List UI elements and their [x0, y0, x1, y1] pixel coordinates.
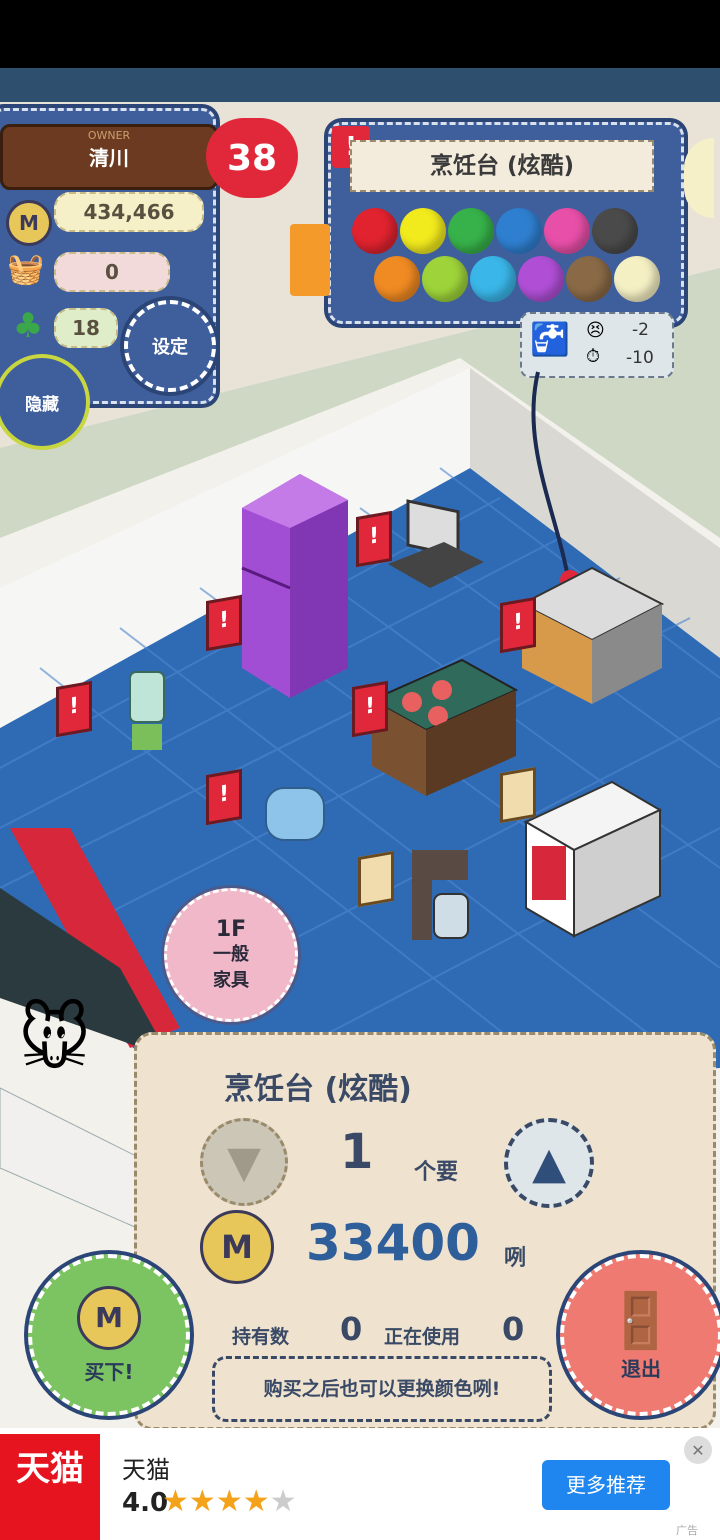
- settings-label: 设定: [152, 337, 188, 358]
- quantity-unit: 个要: [414, 1160, 459, 1185]
- close-ad-icon[interactable]: ✕: [684, 1436, 712, 1464]
- door-icon: 🚪: [607, 1288, 675, 1352]
- blender[interactable]: [122, 668, 172, 758]
- rating-star-icon: ★: [162, 1484, 189, 1519]
- price-value: 33400: [306, 1214, 480, 1272]
- color-swatch[interactable]: [566, 256, 612, 302]
- color-swatch[interactable]: [400, 208, 446, 254]
- ad-banner[interactable]: 天猫 天猫 4.0 ★★★★★ 更多推荐 ✕ 广告: [0, 1428, 720, 1540]
- color-swatch[interactable]: [422, 256, 468, 302]
- owner-nameplate: OWNER 清川: [0, 124, 218, 190]
- increase-quantity-button[interactable]: ▲: [504, 1118, 594, 1208]
- color-swatch[interactable]: [448, 208, 494, 254]
- quantity-value: 1: [340, 1124, 374, 1180]
- color-swatch[interactable]: [470, 256, 516, 302]
- info-sign[interactable]: [358, 850, 394, 908]
- floor-bubble[interactable]: 1F 一般 家具: [164, 888, 298, 1022]
- mood-icon: 😣: [586, 320, 605, 341]
- owner-label: OWNER: [87, 129, 131, 142]
- color-swatch[interactable]: [374, 256, 420, 302]
- rating-star-icon: ★: [215, 1484, 243, 1519]
- game-scene: OWNER 清川 38 M 434,466 🧺 0 ♣ 18 设定 隐藏 ! 烹…: [0, 68, 720, 1428]
- color-swatch[interactable]: [352, 208, 398, 254]
- arrow-up-icon: ▲: [532, 1137, 566, 1189]
- buy-label: 买下!: [84, 1359, 134, 1384]
- color-swatch[interactable]: [518, 256, 564, 302]
- mood-effect: -2: [632, 320, 649, 340]
- color-swatch[interactable]: [496, 208, 542, 254]
- owner-name: 清川: [89, 146, 129, 170]
- bunting-decoration: [0, 68, 720, 102]
- toaster[interactable]: [258, 778, 334, 854]
- in-use-count: 0: [502, 1310, 525, 1348]
- decrease-quantity-button[interactable]: ▼: [200, 1118, 288, 1206]
- rating-star-icon: ★: [269, 1484, 297, 1519]
- alert-sign[interactable]: !: [206, 594, 242, 652]
- timer-icon: ⏱: [586, 346, 601, 367]
- ad-logo: 天猫: [0, 1434, 100, 1540]
- fridge[interactable]: [230, 468, 360, 698]
- color-swatch[interactable]: [544, 208, 590, 254]
- stove-counter[interactable]: [366, 650, 520, 800]
- rating-star-icon: ★: [188, 1484, 216, 1519]
- faucet-icon: 🚰: [530, 320, 570, 358]
- time-effect: -10: [626, 348, 654, 368]
- settings-button[interactable]: 设定: [124, 300, 216, 392]
- color-palette: [352, 208, 672, 308]
- floor-number: 1F: [215, 916, 247, 942]
- exit-button[interactable]: 🚪 退出: [560, 1254, 720, 1416]
- arrow-down-icon: ▼: [227, 1136, 261, 1188]
- alert-sign[interactable]: !: [356, 510, 392, 568]
- purchase-hint: 购买之后也可以更换颜色咧!: [212, 1356, 552, 1422]
- clover-icon: ♣: [12, 306, 44, 346]
- color-swatch[interactable]: [614, 256, 660, 302]
- info-sign[interactable]: [500, 766, 536, 824]
- rating-star-icon: ★: [242, 1484, 270, 1519]
- clover-value: 18: [54, 308, 118, 348]
- alert-sign[interactable]: !: [56, 680, 92, 738]
- in-use-label: 正在使用: [384, 1326, 461, 1348]
- price-unit: 咧: [504, 1246, 527, 1271]
- alert-sign[interactable]: !: [206, 768, 242, 826]
- more-recommendations-button[interactable]: 更多推荐: [542, 1460, 670, 1510]
- coffee-maker[interactable]: [404, 844, 484, 948]
- owned-label: 持有数: [232, 1326, 290, 1348]
- money-coin-icon: M: [6, 200, 52, 246]
- basket-icon: 🧺: [7, 252, 45, 287]
- sink-counter[interactable]: [516, 564, 666, 714]
- mascot-character: 🐭: [18, 998, 92, 1080]
- buy-button[interactable]: M 买下!: [28, 1254, 190, 1416]
- ad-app-name: 天猫: [122, 1456, 170, 1484]
- panel-tab: [290, 224, 330, 296]
- status-bar: [0, 0, 720, 68]
- hide-label: 隐藏: [25, 394, 59, 415]
- ad-tag: 广告: [676, 1524, 698, 1537]
- floor-type: 一般 家具: [213, 943, 249, 991]
- basket-value: 0: [54, 252, 170, 292]
- color-swatch[interactable]: [592, 208, 638, 254]
- buy-coin-icon: M: [77, 1285, 141, 1350]
- oven[interactable]: [520, 776, 666, 940]
- alert-sign[interactable]: !: [500, 596, 536, 654]
- item-title: 烹饪台 (炫酷): [350, 140, 654, 192]
- purchase-item-name: 烹饪台 (炫酷): [224, 1072, 412, 1107]
- ad-stars: ★★★★★: [162, 1484, 297, 1519]
- owned-count: 0: [340, 1310, 363, 1348]
- price-coin-icon: M: [200, 1210, 274, 1284]
- pos-register[interactable]: [384, 492, 494, 602]
- money-value: 434,466: [54, 192, 204, 232]
- heart-count: 38: [226, 137, 278, 179]
- exit-label: 退出: [621, 1356, 661, 1381]
- heart-counter: 38: [206, 118, 298, 198]
- alert-sign[interactable]: !: [352, 680, 388, 738]
